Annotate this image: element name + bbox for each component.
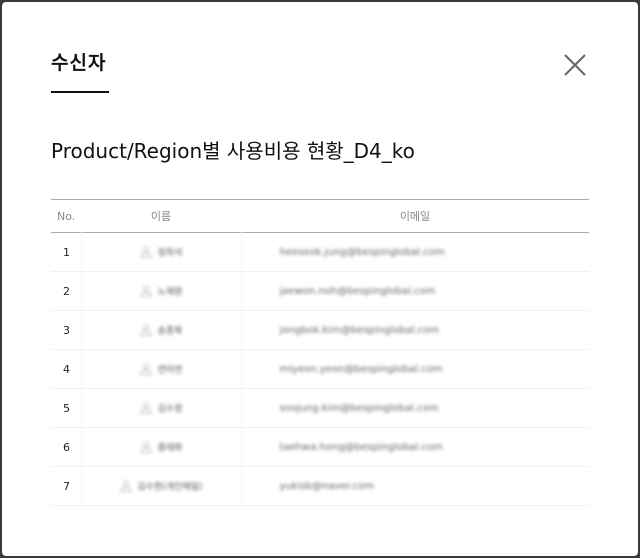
row-number: 1 xyxy=(51,232,81,272)
table-row: 6 홍태화 taehwa.hong@bespinglobal.com xyxy=(51,427,589,467)
tab-active-indicator xyxy=(51,91,109,93)
person-icon xyxy=(140,285,152,298)
tab-recipients[interactable]: 수신자 xyxy=(51,48,106,75)
table-row: 3 송종복 jongbok.kim@bespinglobal.com xyxy=(51,310,589,350)
recipient-email: taehwa.hong@bespinglobal.com xyxy=(241,427,589,467)
person-icon xyxy=(140,441,152,454)
recipient-name-cell: 김수현(개인메일) xyxy=(80,466,242,506)
row-number: 3 xyxy=(51,310,81,350)
recipient-name: 김수정 xyxy=(157,404,183,415)
recipient-email: yukisb@naver.com xyxy=(241,466,589,506)
column-header-no: No. xyxy=(57,209,76,223)
recipient-name: 송종복 xyxy=(157,326,183,337)
person-icon xyxy=(140,246,152,259)
row-number: 6 xyxy=(51,427,81,467)
table-row: 4 연미연 miyeon.yeon@bespinglobal.com xyxy=(51,349,589,389)
row-number: 7 xyxy=(51,466,81,506)
recipient-name-cell: 노재원 xyxy=(80,271,242,311)
column-header-name: 이름 xyxy=(150,210,172,223)
row-number: 4 xyxy=(51,349,81,389)
table-row: 5 김수정 soojung.kim@bespinglobal.com xyxy=(51,388,589,428)
recipient-email: miyeon.yeon@bespinglobal.com xyxy=(241,349,589,389)
recipients-table: No. 이름 이메일 1 정희석 heeseok.jung@bespinglobal… xyxy=(51,199,589,506)
recipient-email: jongbok.kim@bespinglobal.com xyxy=(241,310,589,350)
close-icon xyxy=(564,54,586,76)
table-row: 1 정희석 heeseok.jung@bespinglobal.com xyxy=(51,232,589,272)
recipient-name-cell: 정희석 xyxy=(80,232,242,272)
recipient-name-cell: 송종복 xyxy=(80,310,242,350)
person-icon xyxy=(140,402,152,415)
person-icon xyxy=(140,324,152,337)
recipient-name: 연미연 xyxy=(157,365,183,376)
row-number: 5 xyxy=(51,388,81,428)
report-title: Product/Region별 사용비용 현황_D4_ko xyxy=(51,139,415,163)
recipients-dialog: 수신자 Product/Region별 사용비용 현황_D4_ko No. 이름… xyxy=(2,2,638,556)
recipient-email: soojung.kim@bespinglobal.com xyxy=(241,388,589,428)
table-row: 2 노재원 jaewon.noh@bespinglobal.com xyxy=(51,271,589,311)
recipient-name: 김수현(개인메일) xyxy=(137,482,203,493)
person-icon xyxy=(119,480,132,493)
recipient-name-cell: 김수정 xyxy=(80,388,242,428)
close-button[interactable] xyxy=(558,48,592,82)
recipient-name-cell: 연미연 xyxy=(80,349,242,389)
recipient-email: heeseok.jung@bespinglobal.com xyxy=(241,232,589,272)
person-icon xyxy=(140,363,152,376)
row-number: 2 xyxy=(51,271,81,311)
column-header-email: 이메일 xyxy=(399,210,431,223)
table-header-row: No. 이름 이메일 xyxy=(51,199,589,233)
table-row: 7 김수현(개인메일) yukisb@naver.com xyxy=(51,466,589,506)
recipient-name-cell: 홍태화 xyxy=(80,427,242,467)
recipient-name: 정희석 xyxy=(157,248,183,259)
recipient-name: 홍태화 xyxy=(157,443,183,454)
recipient-email: jaewon.noh@bespinglobal.com xyxy=(241,271,589,311)
recipient-name: 노재원 xyxy=(157,287,183,298)
